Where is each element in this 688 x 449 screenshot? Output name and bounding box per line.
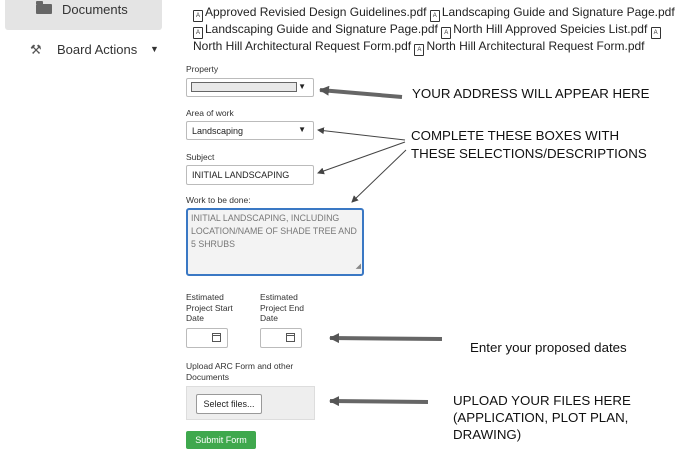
arrow-upload <box>329 396 429 407</box>
arrow-dates <box>329 333 443 344</box>
annotation-arrows <box>317 85 443 407</box>
arrow-area <box>317 127 406 141</box>
arrow-address <box>319 85 403 99</box>
arrow-subject <box>317 141 406 175</box>
